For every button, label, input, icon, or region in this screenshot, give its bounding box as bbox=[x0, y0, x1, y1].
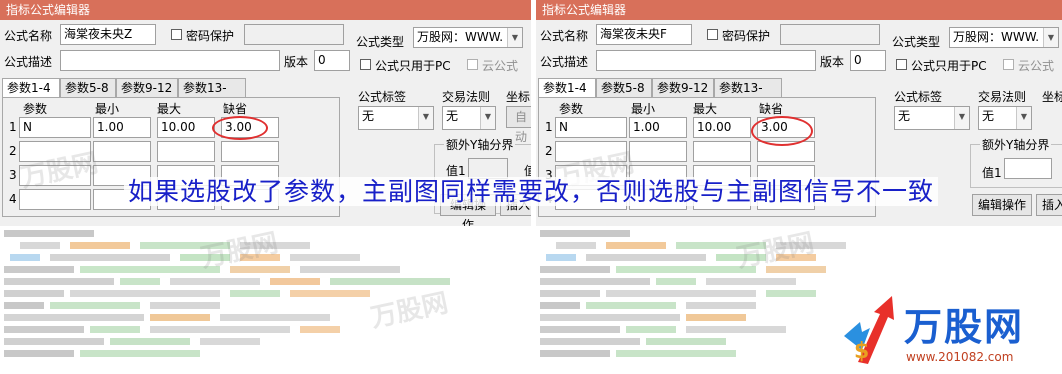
formula-type-label: 公式类型 bbox=[892, 35, 941, 49]
tab-params-13-16[interactable]: 参数13-16 bbox=[714, 78, 782, 113]
row-index: 2 bbox=[545, 144, 553, 158]
trade-rule-select[interactable]: 无 ▼ bbox=[442, 106, 496, 130]
param-min-cell[interactable] bbox=[629, 141, 687, 162]
formula-tag-label: 公式标签 bbox=[358, 90, 407, 104]
annotation-label: 如果选股改了参数，主副图同样需要改，否则选股与主副图信号不一致 bbox=[123, 177, 938, 206]
formula-name-label: 公式名称 bbox=[540, 29, 589, 43]
tab-params-5-8[interactable]: 参数5-8 bbox=[60, 78, 116, 98]
logo-url-text: www.201082.com bbox=[906, 350, 1014, 364]
cloud-checkbox[interactable] bbox=[467, 59, 478, 70]
version-label: 版本 bbox=[284, 55, 309, 69]
formula-name-input[interactable]: 海棠夜未央Z bbox=[60, 24, 156, 45]
svg-text:$: $ bbox=[854, 339, 869, 364]
password-checkbox[interactable] bbox=[707, 29, 718, 40]
highlight-oval bbox=[212, 116, 268, 140]
formula-desc-input[interactable] bbox=[60, 50, 280, 71]
formula-tag-value: 无 bbox=[362, 109, 375, 123]
tab-params-1-4[interactable]: 参数1-4 bbox=[2, 78, 60, 99]
tab-params-5-8[interactable]: 参数5-8 bbox=[596, 78, 652, 98]
param-max-cell[interactable]: 10.00 bbox=[157, 117, 215, 138]
param-max-cell[interactable] bbox=[693, 141, 751, 162]
trade-rule-label: 交易法则 bbox=[978, 90, 1027, 104]
formula-desc-label: 公式描述 bbox=[4, 55, 53, 69]
tab-params-9-12[interactable]: 参数9-12 bbox=[652, 78, 714, 98]
pc-only-label: 公式只用于PC bbox=[911, 59, 987, 73]
cloud-checkbox[interactable] bbox=[1003, 59, 1014, 70]
param-name-cell[interactable]: N bbox=[555, 117, 627, 138]
coord-label: 坐标 bbox=[1042, 90, 1062, 104]
col-header-min: 最小 bbox=[95, 102, 120, 116]
brand-logo: $ 万股网 www.201082.com bbox=[840, 292, 1062, 371]
col-header-default: 缺省 bbox=[223, 102, 248, 116]
password-input[interactable] bbox=[244, 24, 344, 45]
param-name-cell[interactable]: N bbox=[19, 117, 91, 138]
param-default-cell[interactable] bbox=[221, 141, 279, 162]
param-min-cell[interactable] bbox=[93, 141, 151, 162]
col-header-max: 最大 bbox=[693, 102, 718, 116]
formula-name-label: 公式名称 bbox=[4, 29, 53, 43]
cloud-label: 云公式 bbox=[482, 59, 519, 73]
formula-tag-select[interactable]: 无 ▼ bbox=[358, 106, 434, 130]
highlight-oval bbox=[751, 116, 813, 146]
formula-tag-select[interactable]: 无 ▼ bbox=[894, 106, 970, 130]
chevron-down-icon: ▼ bbox=[1043, 28, 1058, 47]
col-header-param: 参数 bbox=[559, 102, 584, 116]
password-label: 密码保护 bbox=[186, 29, 235, 43]
trade-rule-label: 交易法则 bbox=[442, 90, 491, 104]
chevron-down-icon: ▼ bbox=[1016, 107, 1031, 129]
col-header-default: 缺省 bbox=[759, 102, 784, 116]
param-max-cell[interactable] bbox=[157, 141, 215, 162]
version-label: 版本 bbox=[820, 55, 845, 69]
formula-tag-label: 公式标签 bbox=[894, 90, 943, 104]
pc-only-label: 公式只用于PC bbox=[375, 59, 451, 73]
auto-button[interactable]: 自动 bbox=[506, 106, 531, 144]
formula-desc-input[interactable] bbox=[596, 50, 816, 71]
password-checkbox[interactable] bbox=[171, 29, 182, 40]
window-title: 指标公式编辑器 bbox=[536, 0, 1062, 20]
extra-y-label: 额外Y轴分界 bbox=[444, 136, 516, 153]
chevron-down-icon: ▼ bbox=[418, 107, 433, 129]
col-header-param: 参数 bbox=[23, 102, 48, 116]
pc-only-checkbox[interactable] bbox=[896, 59, 907, 70]
extra-y-label: 额外Y轴分界 bbox=[980, 136, 1052, 153]
row-index: 2 bbox=[9, 144, 17, 158]
annotation-text: 如果选股改了参数，主副图同样需要改，否则选股与主副图信号不一致 bbox=[0, 173, 1062, 211]
formula-type-value: 万股网：WWW. bbox=[417, 30, 504, 44]
logo-brand-text: 万股网 bbox=[904, 305, 1025, 349]
formula-name-input[interactable]: 海棠夜未央F bbox=[596, 24, 692, 45]
param-max-cell[interactable]: 10.00 bbox=[693, 117, 751, 138]
tab-params-1-4[interactable]: 参数1-4 bbox=[538, 78, 596, 99]
row-index: 1 bbox=[9, 120, 17, 134]
cloud-label: 云公式 bbox=[1018, 59, 1055, 73]
formula-desc-label: 公式描述 bbox=[540, 55, 589, 69]
formula-type-value: 万股网：WWW. bbox=[953, 30, 1040, 44]
formula-type-select[interactable]: 万股网：WWW. ▼ bbox=[949, 27, 1059, 48]
coord-label: 坐标 bbox=[506, 90, 531, 104]
col-header-max: 最大 bbox=[157, 102, 182, 116]
formula-tag-value: 无 bbox=[898, 109, 911, 123]
window-title: 指标公式编辑器 bbox=[0, 0, 531, 20]
pc-only-checkbox[interactable] bbox=[360, 59, 371, 70]
tab-params-9-12[interactable]: 参数9-12 bbox=[116, 78, 178, 98]
password-input[interactable] bbox=[780, 24, 880, 45]
param-min-cell[interactable]: 1.00 bbox=[93, 117, 151, 138]
col-header-min: 最小 bbox=[631, 102, 656, 116]
formula-type-select[interactable]: 万股网：WWW. ▼ bbox=[413, 27, 523, 48]
trade-rule-select[interactable]: 无 ▼ bbox=[978, 106, 1032, 130]
trade-rule-value: 无 bbox=[982, 109, 995, 123]
version-input[interactable]: 0 bbox=[850, 50, 886, 71]
chevron-down-icon: ▼ bbox=[507, 28, 522, 47]
formula-type-label: 公式类型 bbox=[356, 35, 405, 49]
version-input[interactable]: 0 bbox=[314, 50, 350, 71]
row-index: 1 bbox=[545, 120, 553, 134]
tab-params-13-16[interactable]: 参数13-16 bbox=[178, 78, 246, 113]
trade-rule-value: 无 bbox=[446, 109, 459, 123]
param-min-cell[interactable]: 1.00 bbox=[629, 117, 687, 138]
password-label: 密码保护 bbox=[722, 29, 771, 43]
chevron-down-icon: ▼ bbox=[954, 107, 969, 129]
chevron-down-icon: ▼ bbox=[480, 107, 495, 129]
